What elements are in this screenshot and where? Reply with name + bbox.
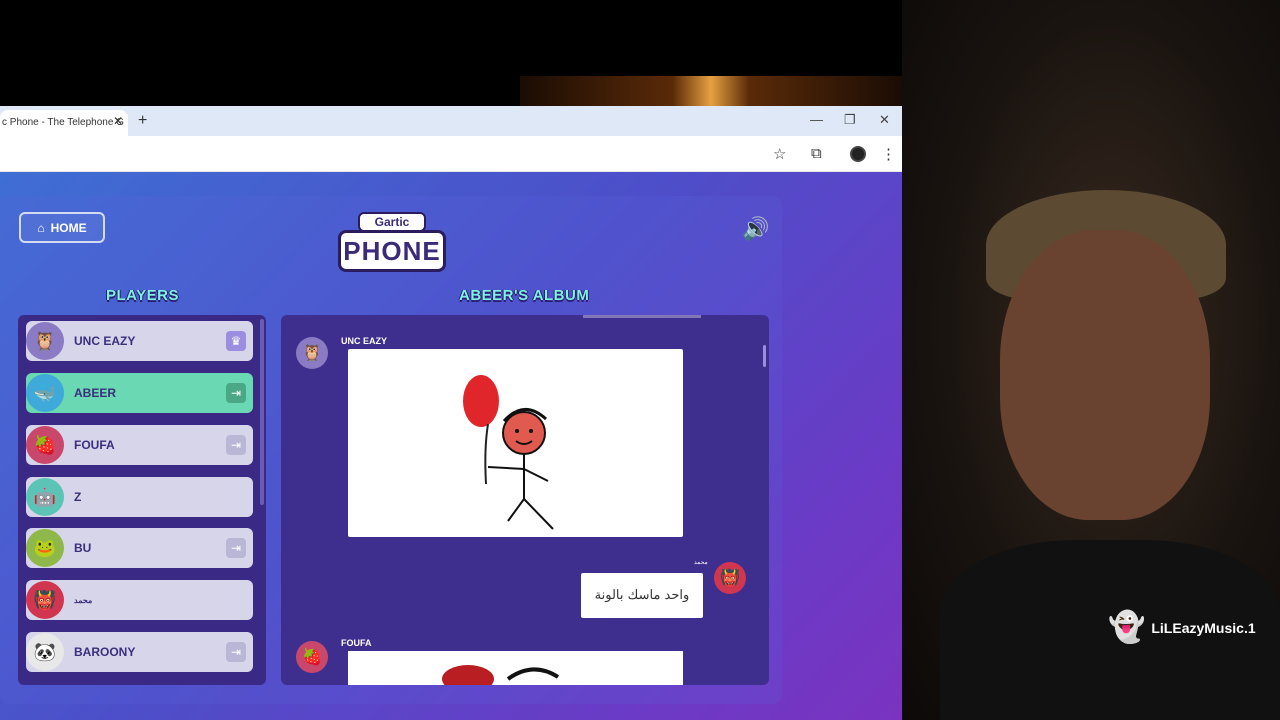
album-title: ABEER'S ALBUM: [459, 287, 590, 304]
player-name: ABEER: [74, 386, 117, 400]
player-avatar: 👹: [26, 581, 64, 619]
profile-avatar[interactable]: [850, 146, 866, 162]
partial-drawing: [442, 665, 560, 685]
tab-strip: c Phone - The Telephone G ✕ + — ❐ ✕: [0, 106, 902, 136]
player-avatar: 🐸: [26, 529, 64, 567]
restore-button[interactable]: ❐: [844, 112, 856, 128]
kick-player-icon[interactable]: ⇥: [226, 538, 246, 558]
star-icon[interactable]: ☆: [773, 145, 786, 163]
player-avatar: 🍓: [26, 426, 64, 464]
players-scrollbar[interactable]: [260, 319, 264, 505]
figure-eye: [529, 429, 533, 433]
author-avatar: 👹: [714, 562, 746, 594]
tab-close-icon[interactable]: ✕: [113, 114, 123, 128]
figure-arm: [487, 466, 525, 470]
drawing-card: [348, 349, 683, 537]
logo-top-text: Gartic: [358, 212, 426, 232]
balloon-shape: [463, 375, 499, 427]
browser-toolbar: ☆ ⧉ ⋮: [0, 136, 902, 172]
guess-text-bubble: واحد ماسك بالونة: [581, 573, 703, 618]
figure-leg: [523, 498, 554, 530]
game-page: ⌂ HOME Gartic PHONE 🔊 PLAYERS ABEER'S AL…: [0, 172, 902, 720]
album-scrollbar[interactable]: [763, 345, 766, 367]
tab-title: c Phone - The Telephone G: [2, 117, 124, 128]
minimize-button[interactable]: —: [810, 112, 823, 127]
extensions-icon[interactable]: ⧉: [811, 145, 822, 162]
gartic-phone-logo: Gartic PHONE: [338, 212, 446, 276]
browser-window: c Phone - The Telephone G ✕ + — ❐ ✕ ☆ ⧉ …: [0, 106, 902, 720]
album-feed: 🦉 UNC EAZY محمد 👹 واحد ماسك بالونة 🍓 FOU…: [281, 315, 769, 685]
logo-main-text: PHONE: [338, 230, 446, 272]
volume-icon[interactable]: 🔊: [742, 216, 769, 242]
stick-figure-balloon-drawing: [463, 375, 554, 530]
host-crown-icon: ♛: [226, 331, 246, 351]
screen: 👻 LiLEazyMusic.1 c Phone - The Telephone…: [0, 0, 1280, 720]
player-row-bu: 🐸 BU ⇥: [26, 528, 253, 568]
player-name: Z: [74, 490, 82, 504]
players-title: PLAYERS: [106, 287, 179, 304]
figure-arm: [523, 468, 549, 482]
kick-player-icon[interactable]: ⇥: [226, 435, 246, 455]
snapchat-ghost-icon: 👻: [1108, 611, 1146, 644]
kick-player-icon[interactable]: ⇥: [226, 383, 246, 403]
entry-author: FOUFA: [341, 638, 372, 648]
drawing-stroke: [506, 667, 560, 681]
player-name: BU: [74, 541, 92, 555]
entry-author: محمد: [694, 560, 708, 566]
snapchat-overlay: 👻 LiLEazyMusic.1: [1108, 610, 1256, 645]
drawing-shape: [442, 665, 494, 685]
figure-head: [502, 411, 546, 455]
player-avatar: 🐼: [26, 633, 64, 671]
player-row-foufa: 🍓 FOUFA ⇥: [26, 425, 253, 465]
player-row-unc-eazy: 🦉 UNC EAZY ♛: [26, 321, 253, 361]
kick-player-icon[interactable]: ⇥: [226, 642, 246, 662]
player-avatar: 🐳: [26, 374, 64, 412]
players-list: 🦉 UNC EAZY ♛ 🐳 ABEER ⇥ 🍓 FOUFA ⇥ 🤖 Z 🐸 B…: [18, 315, 266, 685]
player-avatar: 🤖: [26, 478, 64, 516]
player-row-baroony: 🐼 BAROONY ⇥: [26, 632, 253, 672]
player-name: BAROONY: [74, 645, 136, 659]
figure-eye: [515, 429, 519, 433]
streamer-face: [1000, 230, 1210, 520]
player-row-mohammed: 👹 محمد: [26, 580, 253, 620]
drawing-card: [348, 651, 683, 685]
player-avatar: 🦉: [26, 322, 64, 360]
player-name: UNC EAZY: [74, 334, 136, 348]
home-icon: ⌂: [37, 220, 45, 235]
player-row-abeer: 🐳 ABEER ⇥: [26, 373, 253, 413]
close-window-button[interactable]: ✕: [879, 112, 890, 128]
home-label: HOME: [50, 220, 87, 235]
entry-author: UNC EAZY: [341, 336, 388, 346]
menu-icon[interactable]: ⋮: [881, 145, 896, 163]
album-divider: [583, 315, 701, 318]
background-lamp: [520, 76, 902, 106]
browser-tab[interactable]: c Phone - The Telephone G: [0, 110, 128, 136]
balloon-string: [484, 423, 489, 485]
player-name: FOUFA: [74, 438, 115, 452]
home-button[interactable]: ⌂ HOME: [19, 212, 105, 243]
figure-leg: [507, 498, 525, 522]
snapchat-handle: LiLEazyMusic.1: [1151, 619, 1256, 636]
player-row-z: 🤖 Z: [26, 477, 253, 517]
player-name: محمد: [74, 596, 93, 605]
author-avatar: 🍓: [296, 641, 328, 673]
author-avatar: 🦉: [296, 337, 328, 369]
new-tab-button[interactable]: +: [138, 112, 147, 130]
